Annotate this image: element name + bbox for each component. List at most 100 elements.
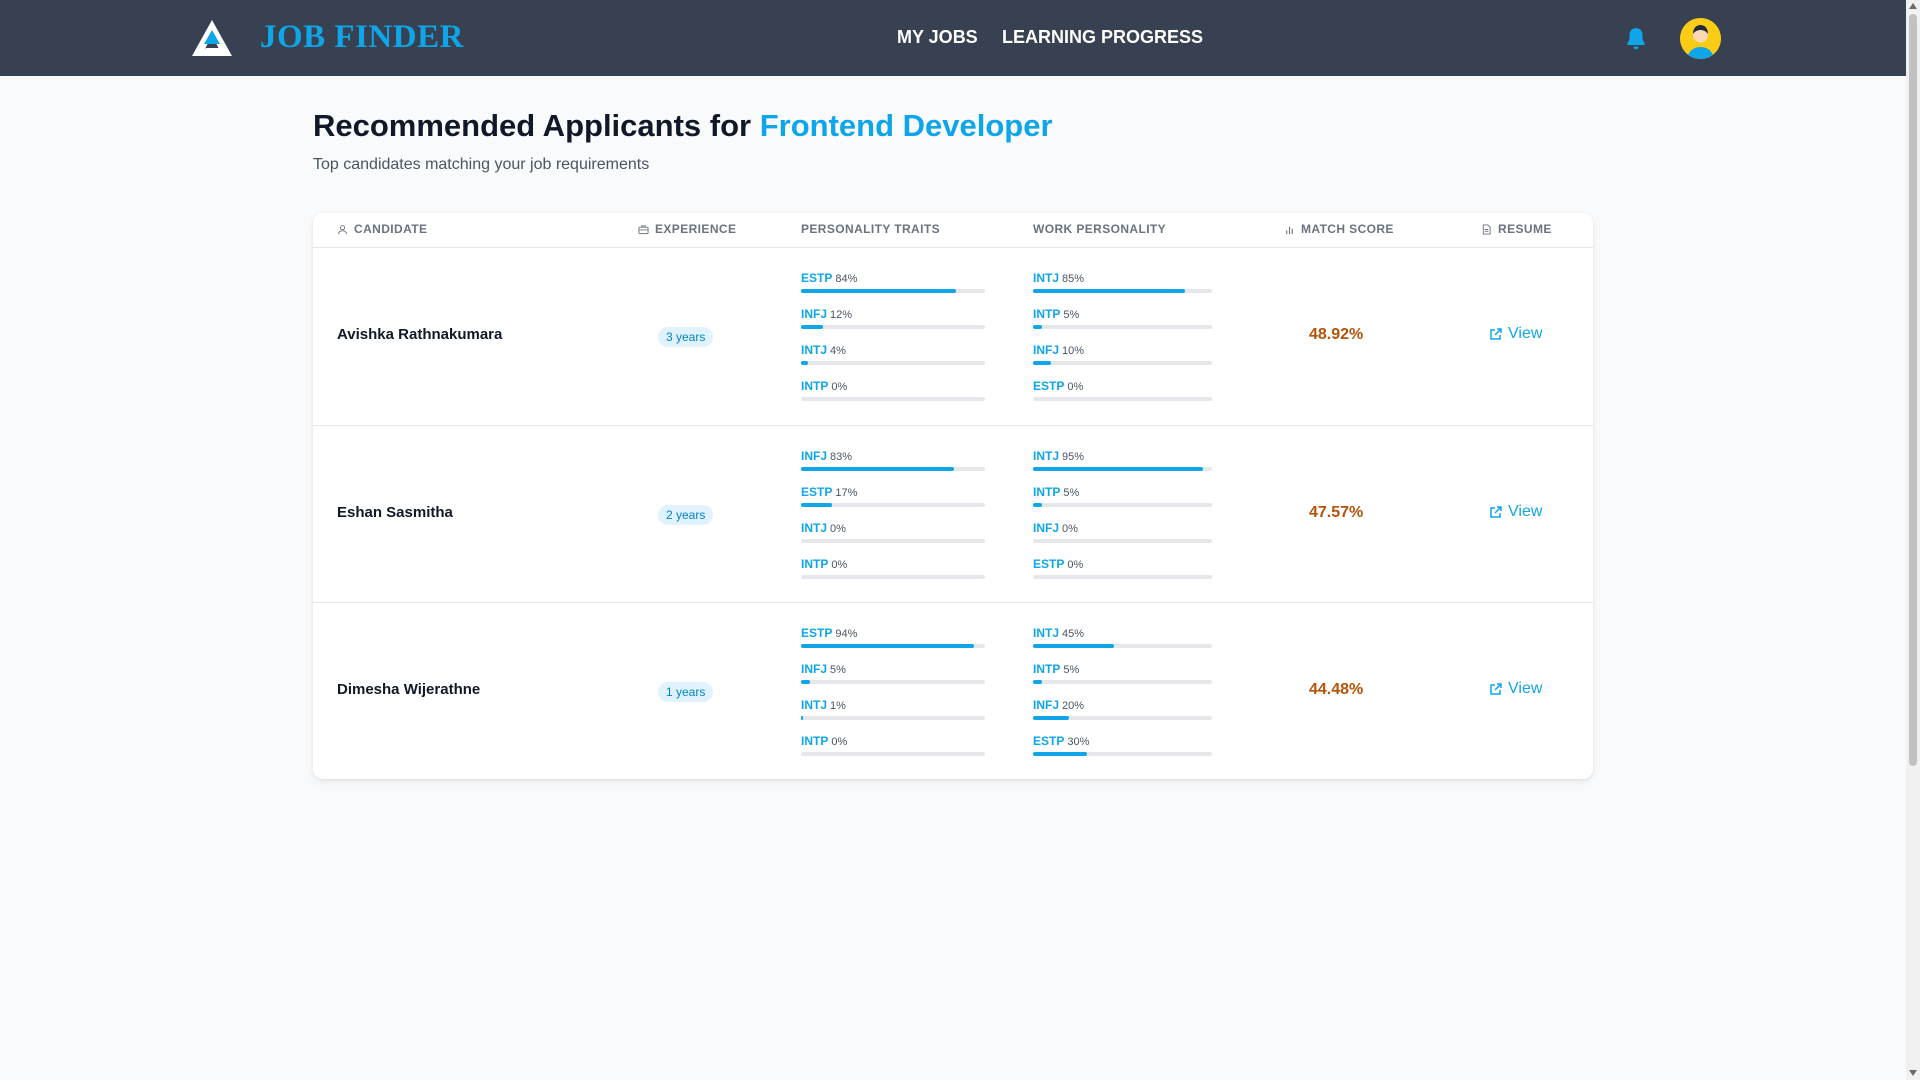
trait-type: ESTP xyxy=(801,271,833,285)
candidate-name: Avishka Rathnakumara xyxy=(337,326,503,343)
trait-progress-track xyxy=(801,716,985,720)
trait-type: INTP xyxy=(801,557,829,571)
column-candidate: CANDIDATE xyxy=(337,222,427,236)
trait-type: INTJ xyxy=(801,698,828,712)
trait-progress-track xyxy=(801,361,985,365)
page-scrollbar[interactable] xyxy=(1906,0,1920,1080)
trait-progress-track xyxy=(801,325,985,329)
trait-progress-track xyxy=(1033,575,1212,579)
brand-name[interactable]: JOB FINDER xyxy=(260,19,464,56)
table-row: Avishka Rathnakumara 3 years ESTP 84% INF… xyxy=(313,248,1593,425)
trait-item: INFJ 83% xyxy=(801,448,985,484)
trait-progress-fill xyxy=(801,467,954,471)
trait-item: ESTP 30% xyxy=(1033,733,1217,769)
trait-progress-fill xyxy=(1033,752,1087,756)
view-resume-label: View xyxy=(1508,680,1543,697)
trait-progress-track xyxy=(801,644,985,648)
trait-type: INTP xyxy=(1033,485,1061,499)
trait-progress-fill xyxy=(801,716,803,720)
trait-progress-track xyxy=(1033,325,1212,329)
trait-percent: 85% xyxy=(1062,273,1085,285)
view-resume-label: View xyxy=(1508,503,1543,520)
trait-percent: 0% xyxy=(831,559,848,571)
trait-progress-fill xyxy=(1033,289,1186,293)
triangle-logo-icon[interactable] xyxy=(190,18,234,58)
work-personality: INTJ 95% INTP 5% INFJ 0% ESTP 0% xyxy=(1033,448,1217,592)
scroll-down-arrow-icon[interactable] xyxy=(1909,1070,1917,1076)
trait-progress-track xyxy=(1033,716,1212,720)
trait-item: ESTP 17% xyxy=(801,484,985,520)
trait-item: INFJ 12% xyxy=(801,306,985,342)
trait-progress-fill xyxy=(1033,325,1042,329)
match-score: 44.48% xyxy=(1309,681,1364,698)
personality-traits: ESTP 84% INFJ 12% INTJ 4% INTP 0% xyxy=(801,270,985,414)
avatar-person-icon xyxy=(1680,18,1721,59)
user-avatar[interactable] xyxy=(1680,18,1721,59)
trait-percent: 17% xyxy=(835,487,858,499)
candidate-name: Eshan Sasmitha xyxy=(337,504,453,521)
trait-type: ESTP xyxy=(1033,379,1065,393)
trait-percent: 45% xyxy=(1062,628,1085,640)
trait-progress-fill xyxy=(801,503,833,507)
trait-progress-track xyxy=(801,397,985,401)
external-link-icon xyxy=(1490,506,1502,518)
trait-item: ESTP 0% xyxy=(1033,556,1217,592)
trait-progress-track xyxy=(1033,752,1212,756)
trait-item: INTP 5% xyxy=(1033,306,1217,342)
view-resume-link[interactable]: View xyxy=(1489,325,1542,343)
bell-icon[interactable] xyxy=(1623,26,1649,52)
trait-percent: 5% xyxy=(1063,309,1080,321)
column-resume-label: RESUME xyxy=(1498,222,1552,236)
trait-progress-track xyxy=(1033,644,1212,648)
trait-type: INFJ xyxy=(801,449,828,463)
table-row: Eshan Sasmitha 2 years INFJ 83% ESTP 17% I… xyxy=(313,425,1593,602)
trait-type: INTJ xyxy=(801,521,828,535)
job-title: Frontend Developer xyxy=(759,108,1053,143)
view-resume-link[interactable]: View xyxy=(1489,680,1542,698)
trait-percent: 30% xyxy=(1067,736,1090,748)
trait-type: INTP xyxy=(801,379,829,393)
trait-type: INFJ xyxy=(1033,343,1060,357)
column-work-personality: WORK PERSONALITY xyxy=(1033,222,1166,236)
page-title: Recommended Applicants for Frontend Deve… xyxy=(313,108,1053,144)
trait-item: ESTP 0% xyxy=(1033,378,1217,414)
table-header: CANDIDATE EXPERIENCE PERSONALITY TRAITS … xyxy=(313,213,1593,248)
trait-percent: 0% xyxy=(1062,523,1078,535)
trait-progress-track xyxy=(1033,289,1212,293)
scroll-up-arrow-icon[interactable] xyxy=(1909,3,1917,9)
trait-progress-fill xyxy=(1033,644,1114,648)
trait-item: INTP 5% xyxy=(1033,484,1217,520)
trait-progress-fill xyxy=(1033,503,1042,507)
trait-percent: 4% xyxy=(830,345,846,357)
nav-my-jobs[interactable]: MY JOBS xyxy=(897,27,978,48)
column-personality-label: PERSONALITY TRAITS xyxy=(801,222,940,236)
trait-type: INFJ xyxy=(1033,521,1060,535)
trait-percent: 5% xyxy=(830,664,846,676)
trait-percent: 0% xyxy=(1067,381,1084,393)
trait-progress-track xyxy=(1033,680,1212,684)
column-candidate-label: CANDIDATE xyxy=(354,222,428,236)
nav-learning-progress[interactable]: LEARNING PROGRESS xyxy=(1002,27,1203,48)
work-personality: INTJ 45% INTP 5% INFJ 20% ESTP 30% xyxy=(1033,625,1217,769)
column-score-label: MATCH SCORE xyxy=(1301,222,1394,236)
trait-progress-fill xyxy=(801,289,956,293)
trait-progress-fill xyxy=(801,680,811,684)
trait-type: ESTP xyxy=(801,485,833,499)
trait-item: INTJ 95% xyxy=(1033,448,1217,484)
view-resume-link[interactable]: View xyxy=(1489,503,1542,521)
column-work-label: WORK PERSONALITY xyxy=(1033,222,1167,236)
briefcase-icon xyxy=(638,224,649,234)
match-score: 47.57% xyxy=(1309,504,1364,521)
trait-progress-fill xyxy=(1033,680,1042,684)
trait-progress-fill xyxy=(1033,361,1051,365)
trait-item: INTJ 45% xyxy=(1033,625,1217,661)
experience-badge: 1 years xyxy=(658,682,714,702)
trait-item: ESTP 84% xyxy=(801,270,985,306)
trait-type: INTJ xyxy=(1033,271,1060,285)
trait-type: INTJ xyxy=(1033,449,1060,463)
trait-percent: 5% xyxy=(1063,664,1080,676)
scroll-thumb[interactable] xyxy=(1909,14,1917,766)
trait-item: INTP 0% xyxy=(801,378,985,414)
trait-progress-track xyxy=(801,539,985,543)
personality-traits: ESTP 94% INFJ 5% INTJ 1% INTP 0% xyxy=(801,625,985,769)
